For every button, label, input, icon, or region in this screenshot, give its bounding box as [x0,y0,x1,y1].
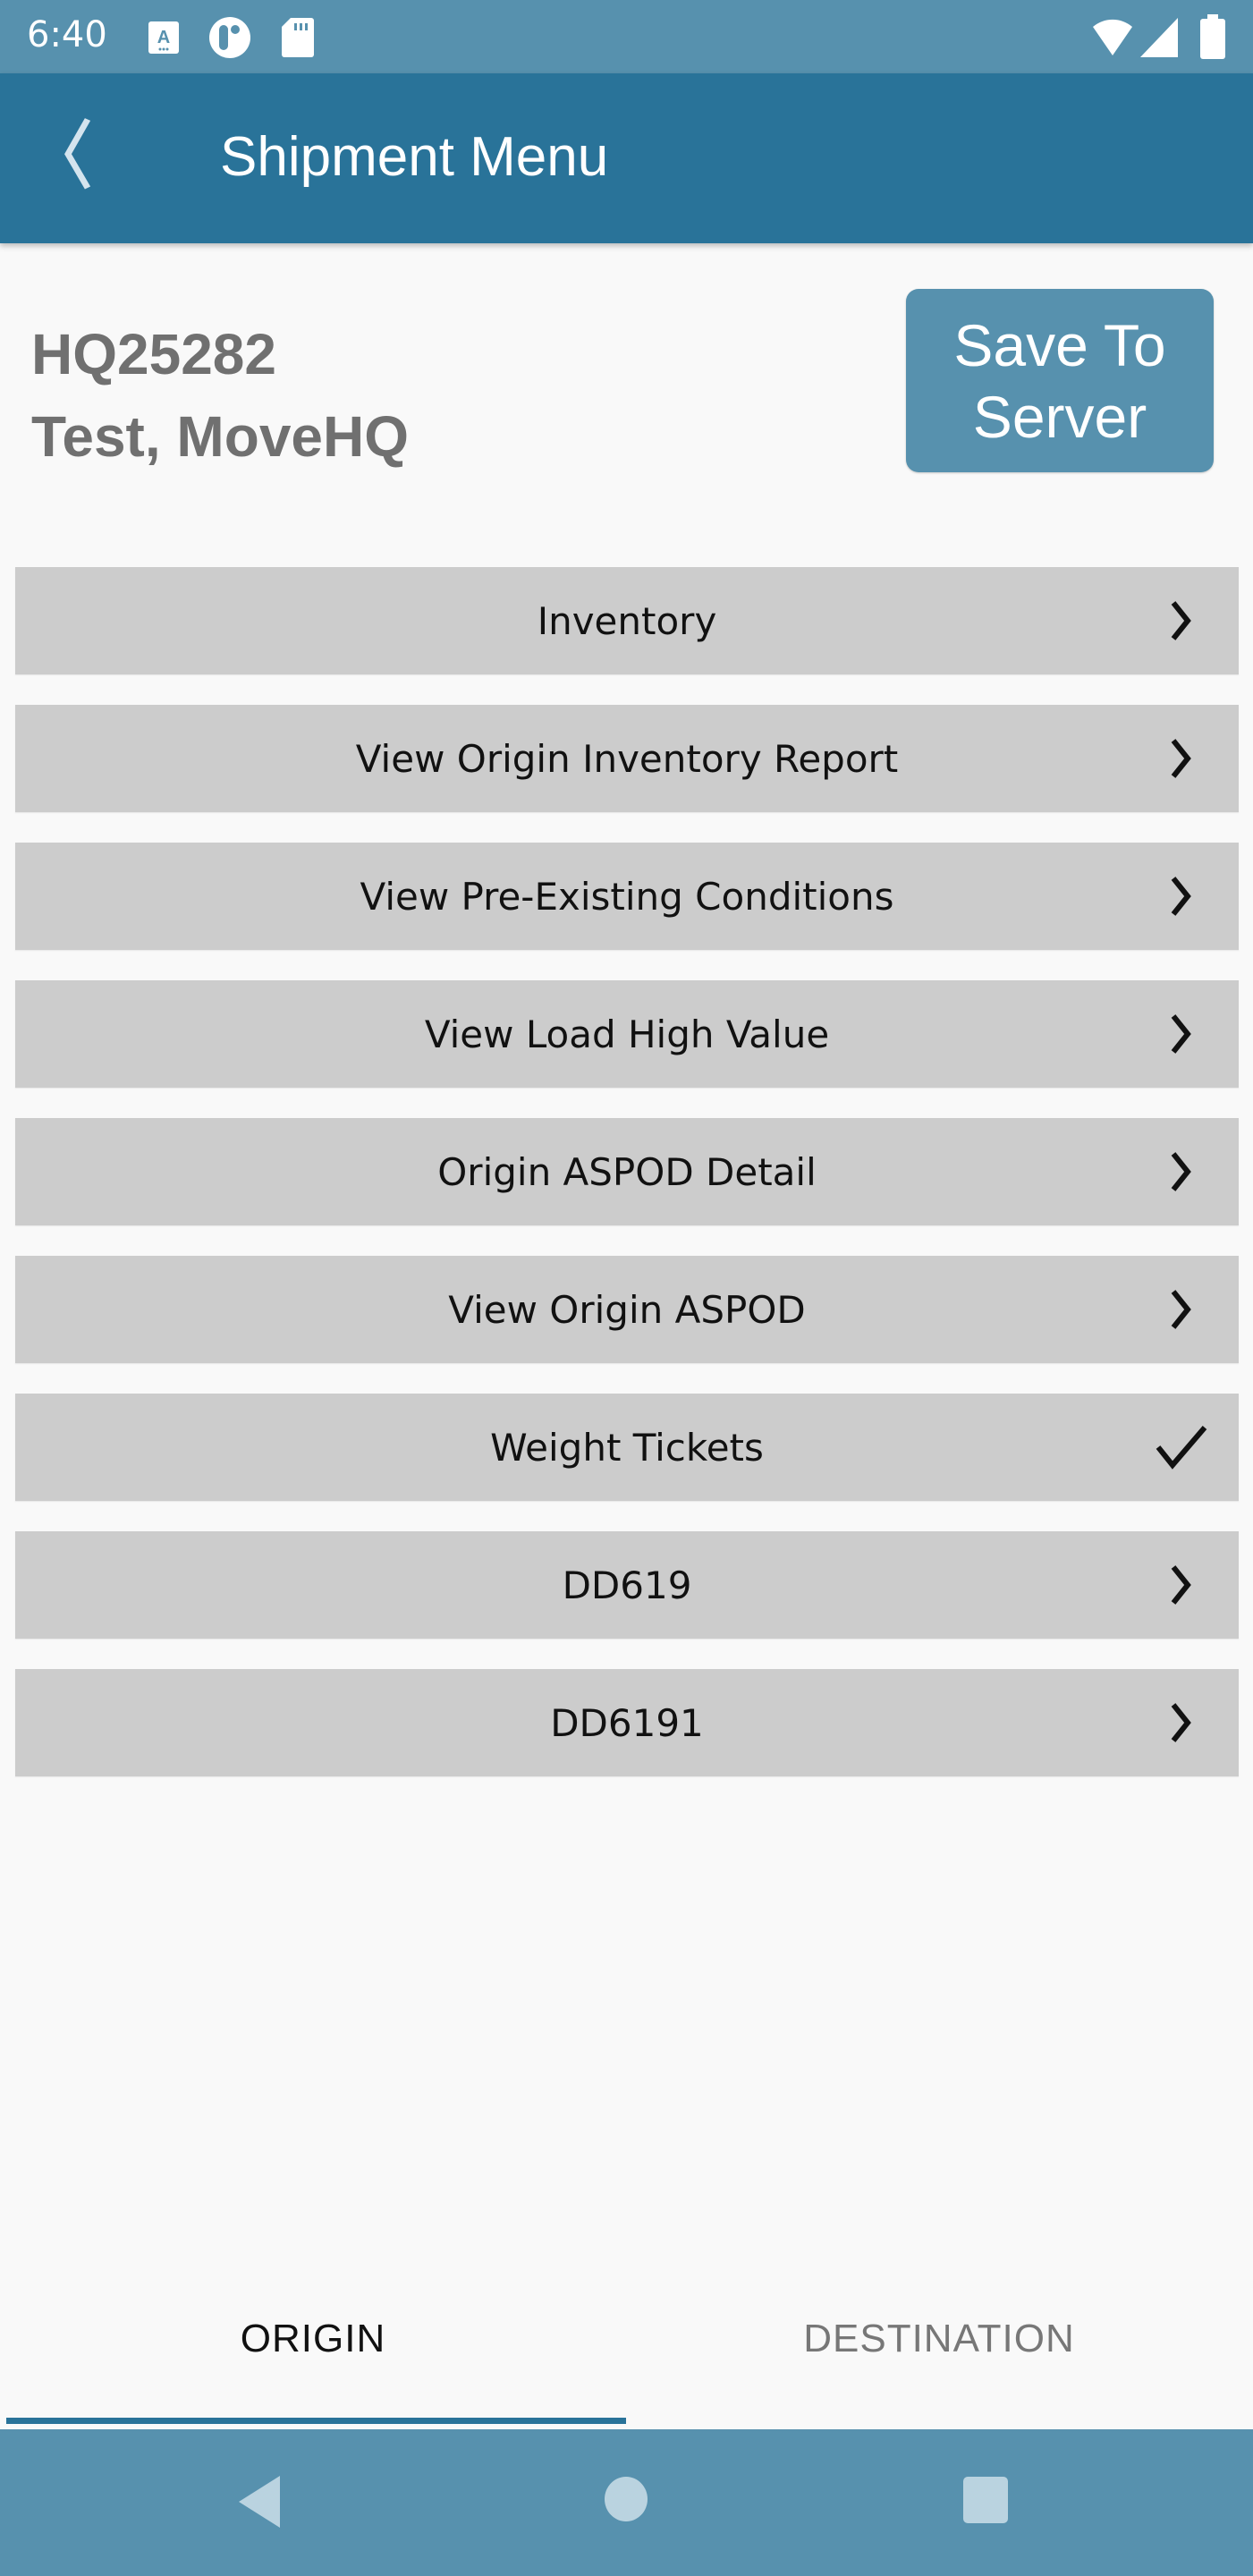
tab-indicator [6,2418,626,2424]
nav-back-icon[interactable] [237,2474,284,2529]
shipment-id: HQ25282 [31,322,276,386]
chevron-right-icon [1171,1565,1191,1605]
text-recognition-icon: A [148,21,179,54]
save-to-server-button[interactable]: Save To Server [906,289,1214,472]
chevron-right-icon [1171,1290,1191,1329]
chevron-right-icon [1171,601,1191,640]
menu-item-dd619[interactable]: DD619 [15,1531,1239,1639]
status-time: 6:40 [27,14,107,55]
menu-item-label: Origin ASPOD Detail [437,1149,817,1194]
svg-text:A: A [157,28,170,47]
tab-destination[interactable]: DESTINATION [626,2290,1252,2426]
wifi-icon [1093,19,1132,55]
sd-card-icon [282,18,314,57]
menu-item-label: Weight Tickets [490,1425,764,1470]
menu-item-label: DD619 [562,1563,692,1607]
customer-name: Test, MoveHQ [31,404,409,469]
save-button-line1: Save To [953,311,1166,378]
system-nav-bar [0,2429,1253,2576]
menu-item-view-load-high-value[interactable]: View Load High Value [15,980,1239,1088]
nav-home-icon[interactable] [604,2476,648,2522]
menu-item-label: Inventory [537,598,717,643]
menu-item-label: DD6191 [550,1700,704,1745]
app-notification-icon [209,17,250,58]
menu-item-view-origin-aspod[interactable]: View Origin ASPOD [15,1256,1239,1363]
menu-item-label: View Origin ASPOD [448,1287,806,1332]
chevron-right-icon [1171,1014,1191,1054]
page-title: Shipment Menu [220,126,609,188]
checkmark-icon [1156,1426,1207,1470]
tab-bar: ORIGIN DESTINATION [0,2290,1253,2426]
save-button-line2: Server [972,383,1147,450]
chevron-right-icon [1171,739,1191,778]
tab-origin[interactable]: ORIGIN [0,2290,626,2426]
chevron-left-icon [64,118,91,190]
menu-item-view-origin-inventory-report[interactable]: View Origin Inventory Report [15,705,1239,812]
chevron-right-icon [1171,1703,1191,1742]
menu-item-view-pre-existing-conditions[interactable]: View Pre-Existing Conditions [15,843,1239,950]
menu-item-label: View Load High Value [424,1012,830,1056]
menu-item-dd6191[interactable]: DD6191 [15,1669,1239,1776]
cell-signal-icon [1140,18,1178,57]
chevron-right-icon [1171,877,1191,916]
menu-item-inventory[interactable]: Inventory [15,567,1239,674]
chevron-right-icon [1171,1152,1191,1191]
battery-icon [1200,14,1225,59]
status-bar: 6:40 A [0,0,1253,73]
nav-recents-icon[interactable] [962,2476,1009,2524]
menu-item-origin-aspod-detail[interactable]: Origin ASPOD Detail [15,1118,1239,1225]
back-button[interactable] [54,118,134,199]
shipment-menu: Inventory View Origin Inventory Report V… [15,567,1239,1807]
menu-item-label: View Pre-Existing Conditions [360,874,894,919]
app-bar: Shipment Menu [0,73,1253,243]
shipment-info: HQ25282 Test, MoveHQ [31,313,409,478]
menu-item-weight-tickets[interactable]: Weight Tickets [15,1394,1239,1501]
menu-item-label: View Origin Inventory Report [355,736,899,781]
